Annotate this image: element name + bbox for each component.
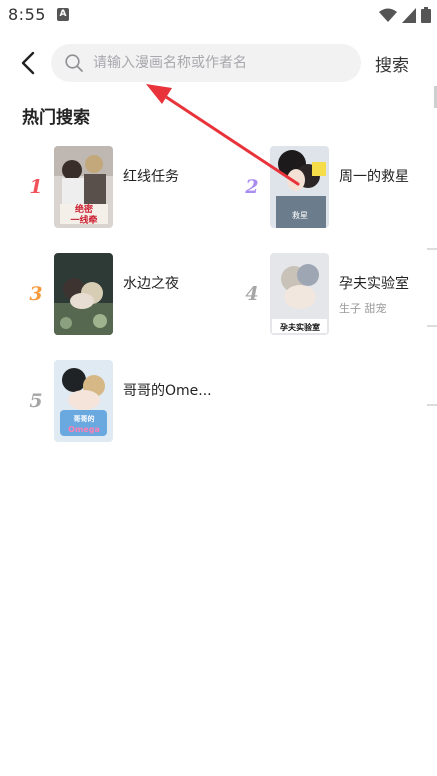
edge-artifact: [427, 325, 437, 327]
comic-cover[interactable]: 救星: [270, 146, 329, 228]
svg-text:Omega: Omega: [68, 425, 100, 434]
wifi-icon: [379, 8, 397, 22]
rank-number: 5: [29, 390, 43, 412]
status-time: 8:55: [8, 5, 46, 24]
hot-search-title: 热门搜索: [22, 108, 90, 128]
svg-text:哥哥的: 哥哥的: [74, 414, 95, 423]
edge-artifact: [427, 248, 437, 250]
rank-number: 4: [245, 283, 259, 305]
search-input[interactable]: [93, 44, 353, 82]
signal-icon: [402, 7, 416, 23]
status-bar: 8:55 A: [0, 0, 437, 30]
battery-icon: [421, 7, 431, 23]
search-box[interactable]: [51, 44, 361, 82]
status-icons: [379, 7, 431, 23]
hot-search-item-4[interactable]: 4 孕夫实验室 孕夫实验室 生子 甜宠: [0, 253, 437, 337]
search-header: 搜索: [0, 42, 437, 84]
comic-tags: 生子 甜宠: [339, 302, 387, 315]
edge-artifact: [427, 404, 437, 406]
search-icon: [65, 54, 83, 72]
svg-text:救星: 救星: [292, 210, 308, 220]
chevron-left-icon[interactable]: [16, 50, 42, 76]
a-badge-icon: A: [57, 8, 69, 21]
comic-title: 周一的救星: [339, 169, 409, 185]
hot-search-item-2[interactable]: 2 救星 周一的救星: [0, 146, 437, 230]
svg-text:孕夫实验室: 孕夫实验室: [280, 322, 320, 332]
comic-cover[interactable]: 孕夫实验室: [270, 253, 329, 335]
comic-cover[interactable]: 哥哥的 Omega: [54, 360, 113, 442]
hot-search-item-5[interactable]: 5 哥哥的 Omega 哥哥的Ome...: [0, 360, 212, 444]
rank-number: 2: [245, 176, 259, 198]
search-button[interactable]: 搜索: [375, 51, 409, 76]
comic-title: 哥哥的Ome...: [123, 383, 212, 399]
comic-title: 孕夫实验室: [339, 276, 409, 292]
